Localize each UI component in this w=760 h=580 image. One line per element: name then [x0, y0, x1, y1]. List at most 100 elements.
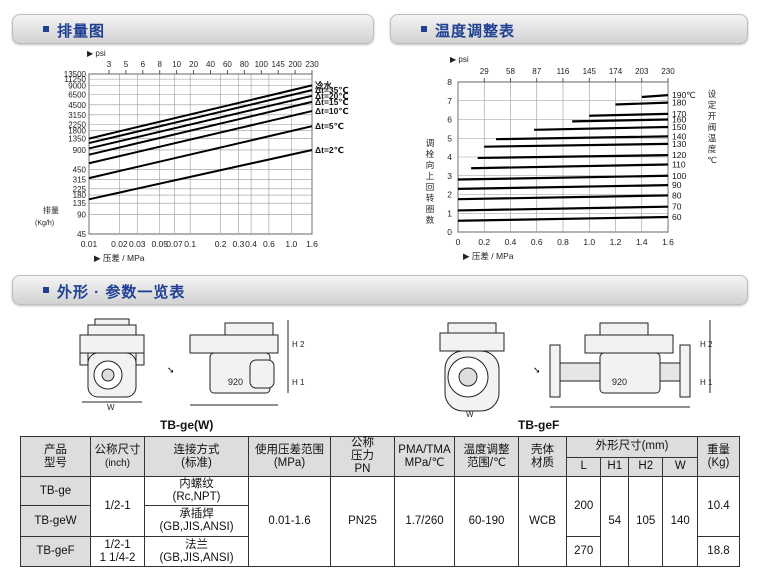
right-axis-label-char: 温 [708, 133, 717, 143]
top-tick-label: 40 [206, 60, 215, 69]
y-tick-label: 900 [73, 146, 87, 155]
cell-model-2: TB-geW [20, 505, 91, 537]
th-dims: 外形尺寸(mm) [566, 436, 698, 458]
top-tick-label: 230 [661, 67, 675, 76]
top-tick-label: 200 [288, 60, 302, 69]
x-tick-label: 0.6 [263, 239, 275, 249]
x-axis-label: ▶ 压差 / MPa [463, 251, 514, 261]
drawing-tb-gew: ➘ ➘ W 920 H 2 H 1 W 920 H 2 H 1 TB-ge(W)… [79, 318, 713, 432]
x-tick-label: 0.4 [505, 237, 517, 247]
y-tick-label: 3 [447, 171, 452, 181]
series-label: Δt=10℃ [315, 106, 349, 116]
x-tick-label: 0.2 [478, 237, 490, 247]
y-axis-label-char: 上 [426, 171, 435, 181]
y-tick-label: 6500 [68, 91, 86, 100]
th-h1: H1 [600, 456, 629, 478]
right-axis-label-char: 度 [708, 144, 717, 154]
top-tick-label: 100 [255, 60, 269, 69]
y-tick-label: 8 [447, 77, 452, 87]
y-tick-label: 450 [73, 165, 87, 174]
cell-pma: 1.7/260 [394, 476, 455, 567]
x-tick-label: 0.6 [531, 237, 543, 247]
cell-temp: 60-190 [454, 476, 519, 567]
x-tick-label: 0.2 [215, 239, 227, 249]
right-axis-label-char: 阀 [708, 122, 717, 132]
temperature-chart: 0 0.2 0.4 0.6 0.8 1.0 1.2 1.4 1.6 0 1 2 3 4 5 6 7 8 29 58 87… [426, 55, 717, 261]
cell-l-1: 200 [565, 476, 602, 537]
top-tick-label: 230 [305, 60, 319, 69]
valve-side-view-a [79, 318, 145, 398]
x-axis-label: ▶ 压差 / MPa [94, 253, 145, 263]
dim-h2-b: H 2 [700, 340, 713, 349]
dim-h2-a: H 2 [292, 340, 305, 349]
top-tick-label: 87 [532, 67, 541, 76]
x-tick-label: 0.03 [129, 239, 146, 249]
x-tick-label: 1.6 [306, 239, 318, 249]
dim-920-b: 920 [612, 377, 627, 387]
th-conn: 连接方式 (标准) [144, 436, 249, 477]
x-tick-label: 1.6 [662, 237, 674, 247]
x-tick-label: 0 [456, 237, 461, 247]
y-tick-label: 45 [77, 230, 86, 239]
series-label: 60 [672, 212, 682, 222]
series-label: 90 [672, 180, 682, 190]
dim-w-a: W [107, 403, 115, 412]
y-axis-label-char: 调 [426, 138, 435, 148]
th-weight: 重量 (Kg) [697, 436, 740, 477]
th-pn: 公称 压力 PN [330, 436, 395, 477]
chart1-title: 排量图 [57, 23, 106, 40]
dim-h1-a: H 1 [292, 378, 305, 387]
right-axis-label-char: ℃ [707, 155, 717, 165]
top-axis-label: ▶ psi [450, 55, 469, 64]
y-axis-label-char: 圈 [426, 204, 435, 214]
cell-range: 0.01-1.6 [248, 476, 331, 567]
cell-conn-1: 内螺纹 (Rc,NPT) [144, 476, 249, 506]
y-axis-label: 排量 [43, 205, 59, 215]
displacement-chart: 0.01 0.02 0.03 0.050.07 0.1 0.2 0.3 0.4 0.6 1.0 1.… [35, 49, 349, 263]
series-label: Δt=2℃ [315, 145, 344, 155]
th-product: 产品 型号 [20, 436, 91, 477]
cell-size-1: 1/2-1 [90, 476, 145, 537]
y-tick-label: 7 [447, 96, 452, 106]
series-label: 110 [672, 160, 686, 170]
cell-conn-3: 法兰 (GB,JIS,ANSI) [144, 536, 249, 567]
right-axis-label-char: 设 [708, 89, 717, 99]
y-tick-label: 4500 [68, 101, 86, 110]
y-axis-label-char: 回 [426, 182, 435, 192]
top-axis-label: ▶ psi [87, 49, 106, 58]
top-tick-label: 80 [240, 60, 249, 69]
x-tick-label: 0.02 [111, 239, 128, 249]
series-label: 130 [672, 139, 686, 149]
y-tick-label: 135 [73, 199, 87, 208]
dim-h1-b: H 1 [700, 378, 713, 387]
x-tick-label: 0.1 [184, 239, 196, 249]
series-label: 180 [672, 98, 686, 108]
top-tick-label: 5 [124, 60, 129, 69]
arrow-icon: ➘ [167, 365, 175, 375]
cell-wt-2: 18.8 [697, 536, 740, 567]
x-tick-label: 1.4 [636, 237, 648, 247]
cell-l-2: 270 [565, 536, 602, 567]
x-tick-label: 0.8 [557, 237, 569, 247]
cell-wt-1: 10.4 [697, 476, 740, 537]
x-tick-label: 1.0 [583, 237, 595, 247]
y-tick-label: 2 [447, 190, 452, 200]
x-tick-label: 0.4 [245, 239, 257, 249]
top-tick-label: 60 [223, 60, 232, 69]
top-tick-label: 145 [583, 67, 597, 76]
y-tick-label: 3150 [68, 111, 86, 120]
th-range: 使用压差范围 (MPa) [248, 436, 331, 477]
cell-model-1: TB-ge [20, 476, 91, 506]
bullet-icon [43, 26, 49, 32]
th-w: W [662, 456, 698, 478]
section-bar-chart1: 排量图 [12, 14, 374, 44]
right-axis-label-char: 定 [708, 100, 717, 110]
top-tick-label: 29 [480, 67, 489, 76]
th-size: 公称尺寸 (inch) [90, 436, 145, 477]
y-tick-label: 4 [447, 152, 452, 162]
y-tick-label: 5 [447, 133, 452, 143]
y-tick-label: 1 [447, 208, 452, 218]
dim-920-a: 920 [228, 377, 243, 387]
x-tick-label: 0.01 [81, 239, 98, 249]
cell-conn-2: 承插焊 (GB,JIS,ANSI) [144, 505, 249, 537]
